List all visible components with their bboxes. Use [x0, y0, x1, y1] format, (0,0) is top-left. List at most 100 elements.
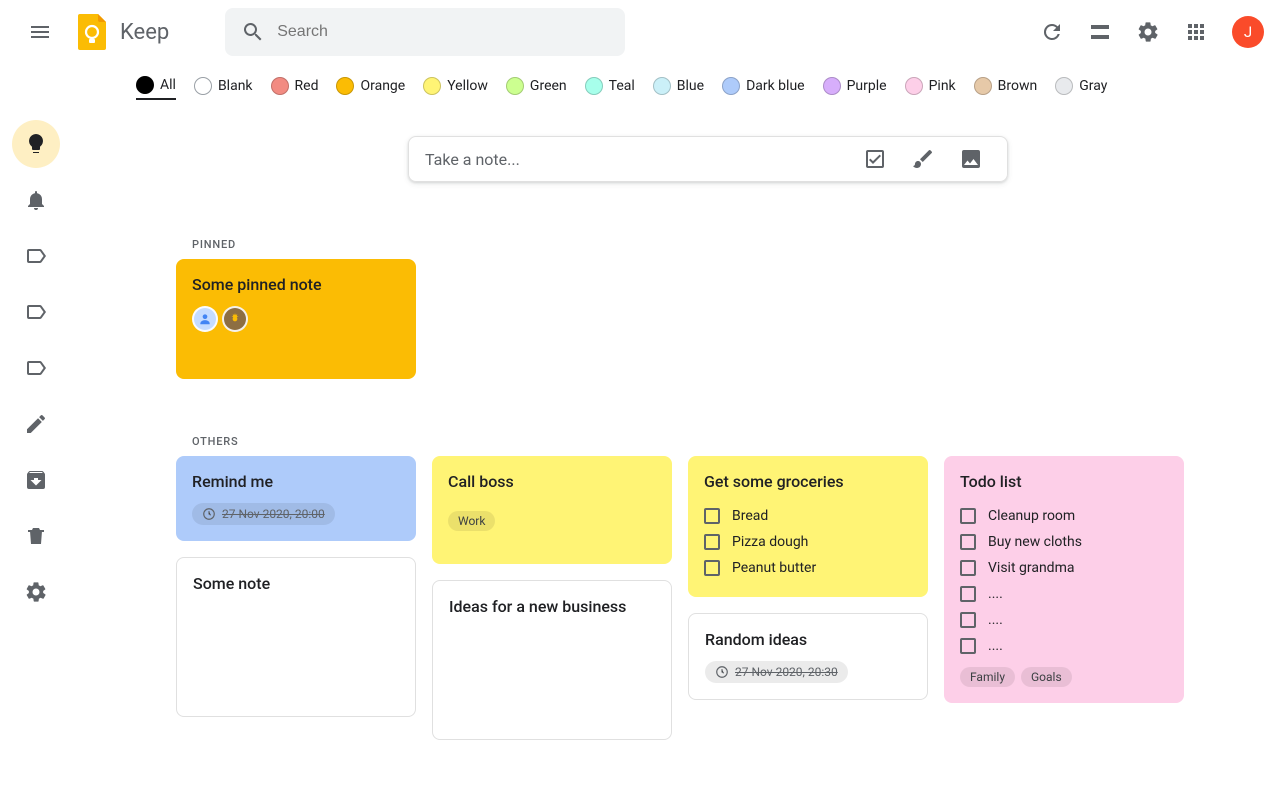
checklist-item[interactable]: ....	[960, 633, 1168, 659]
filter-dark-blue[interactable]: Dark blue	[722, 77, 805, 99]
checklist-item[interactable]: Pizza dough	[704, 529, 912, 555]
filter-label: Orange	[360, 78, 405, 94]
checkbox-icon[interactable]	[704, 508, 720, 524]
checklist-item-text: ....	[988, 612, 1003, 628]
filter-all[interactable]: All	[136, 76, 176, 100]
filter-label: Purple	[847, 78, 887, 94]
note-label[interactable]: Work	[448, 511, 495, 531]
filter-label: Gray	[1079, 78, 1107, 94]
nav-settings[interactable]	[12, 568, 60, 616]
filter-label: Pink	[929, 78, 956, 94]
filter-gray[interactable]: Gray	[1055, 77, 1107, 99]
color-swatch	[823, 77, 841, 95]
image-icon	[959, 147, 983, 171]
note-title: Get some groceries	[704, 472, 912, 491]
logo-wrap[interactable]: Keep	[72, 12, 169, 52]
note-card-pinned[interactable]: Some pinned note	[176, 259, 416, 379]
nav-label-3[interactable]	[12, 344, 60, 392]
color-swatch	[1055, 77, 1073, 95]
filter-yellow[interactable]: Yellow	[423, 77, 488, 99]
menu-icon	[28, 20, 52, 44]
account-avatar[interactable]: J	[1232, 16, 1264, 48]
refresh-icon	[1040, 20, 1064, 44]
checklist-item[interactable]: Peanut butter	[704, 555, 912, 581]
trash-icon	[24, 524, 48, 548]
note-card-todo[interactable]: Todo list Cleanup roomBuy new clothsVisi…	[944, 456, 1184, 703]
apps-button[interactable]	[1176, 12, 1216, 52]
person-icon	[198, 312, 212, 326]
color-filters: All Blank Red Orange Yellow Green Teal Blue Dark…	[0, 64, 1280, 112]
main-menu-button[interactable]	[16, 8, 64, 56]
filter-red[interactable]: Red	[271, 77, 319, 99]
note-title: Some note	[193, 574, 399, 593]
checkbox-icon[interactable]	[960, 612, 976, 628]
nav-label-2[interactable]	[12, 288, 60, 336]
settings-button[interactable]	[1128, 12, 1168, 52]
filter-label: Brown	[998, 78, 1038, 94]
note-card-ideas[interactable]: Ideas for a new business	[432, 580, 672, 740]
take-note-placeholder: Take a note...	[425, 150, 847, 169]
gear-icon	[1136, 20, 1160, 44]
color-swatch	[271, 77, 289, 95]
checkbox-icon[interactable]	[960, 508, 976, 524]
note-title: Remind me	[192, 472, 400, 491]
checkbox-icon[interactable]	[960, 586, 976, 602]
checklist-item[interactable]: Buy new cloths	[960, 529, 1168, 555]
nav-reminders[interactable]	[12, 176, 60, 224]
refresh-button[interactable]	[1032, 12, 1072, 52]
checklist-item[interactable]: Bread	[704, 503, 912, 529]
search-input[interactable]	[277, 23, 608, 41]
new-list-button[interactable]	[855, 139, 895, 179]
checkbox-icon	[863, 147, 887, 171]
checklist-item[interactable]: ....	[960, 607, 1168, 633]
checklist-item[interactable]: Visit grandma	[960, 555, 1168, 581]
note-title: Call boss	[448, 472, 656, 491]
filter-orange[interactable]: Orange	[336, 77, 405, 99]
checkbox-icon[interactable]	[704, 534, 720, 550]
keep-logo-icon	[72, 12, 112, 52]
take-note-input[interactable]: Take a note...	[408, 136, 1008, 182]
reminder-chip[interactable]: 27 Nov 2020, 20:00	[192, 503, 335, 525]
nav-archive[interactable]	[12, 456, 60, 504]
nav-label-1[interactable]	[12, 232, 60, 280]
checkbox-icon[interactable]	[960, 638, 976, 654]
new-drawing-button[interactable]	[903, 139, 943, 179]
pencil-icon	[24, 412, 48, 436]
reminder-chip[interactable]: 27 Nov 2020, 20:30	[705, 661, 848, 683]
filter-blue[interactable]: Blue	[653, 77, 704, 99]
nav-edit-labels[interactable]	[12, 400, 60, 448]
others-section-label: OTHERS	[192, 435, 1240, 448]
filter-purple[interactable]: Purple	[823, 77, 887, 99]
list-view-button[interactable]	[1080, 12, 1120, 52]
note-card-callboss[interactable]: Call boss Work	[432, 456, 672, 564]
note-label[interactable]: Family	[960, 667, 1015, 687]
filter-pink[interactable]: Pink	[905, 77, 956, 99]
checkbox-icon[interactable]	[960, 534, 976, 550]
checkbox-icon[interactable]	[704, 560, 720, 576]
note-card-groceries[interactable]: Get some groceries BreadPizza dough Peanu…	[688, 456, 928, 597]
new-image-button[interactable]	[951, 139, 991, 179]
filter-teal[interactable]: Teal	[585, 77, 635, 99]
checkbox-icon[interactable]	[960, 560, 976, 576]
collaborator-avatar	[222, 306, 248, 332]
search-bar[interactable]	[225, 8, 624, 56]
label-icon	[24, 356, 48, 380]
filter-label: All	[160, 77, 176, 93]
note-label[interactable]: Goals	[1021, 667, 1072, 687]
filter-brown[interactable]: Brown	[974, 77, 1038, 99]
checklist-item-text: Peanut butter	[732, 560, 816, 576]
nav-notes[interactable]	[12, 120, 60, 168]
filter-blank[interactable]: Blank	[194, 77, 253, 99]
filter-label: Dark blue	[746, 78, 805, 94]
checklist-item[interactable]: Cleanup room	[960, 503, 1168, 529]
list-view-icon	[1088, 20, 1112, 44]
note-card-remind[interactable]: Remind me 27 Nov 2020, 20:00	[176, 456, 416, 541]
note-card-random[interactable]: Random ideas 27 Nov 2020, 20:30	[688, 613, 928, 700]
archive-icon	[24, 468, 48, 492]
gear-icon	[228, 312, 242, 326]
note-card-some[interactable]: Some note	[176, 557, 416, 717]
filter-green[interactable]: Green	[506, 77, 567, 99]
side-nav	[0, 112, 72, 780]
checklist-item[interactable]: ....	[960, 581, 1168, 607]
nav-trash[interactable]	[12, 512, 60, 560]
